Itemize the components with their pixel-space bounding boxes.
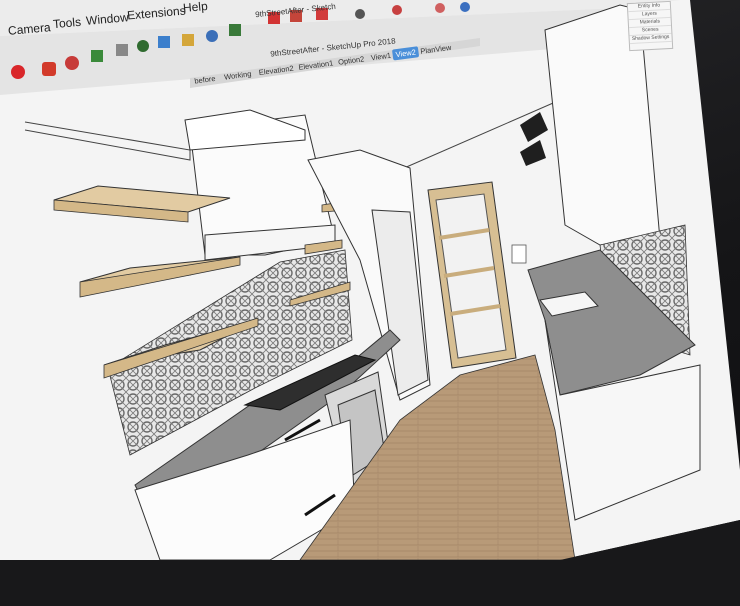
move-tool-icon[interactable] [42,62,56,76]
menu-window[interactable]: Window [85,10,129,28]
menu-help[interactable]: Help [182,0,208,15]
document-tab-title[interactable]: 9thStreetAfter - Sketch [255,2,336,19]
menu-extensions[interactable]: Extensions [127,3,187,22]
menu-tools[interactable]: Tools [52,15,81,31]
tape-tool-icon[interactable] [116,44,128,56]
light-switch [511,244,527,264]
menu-camera[interactable]: Camera [7,20,51,38]
paint-tool-icon[interactable] [137,40,149,52]
scale-tool-icon[interactable] [91,50,103,62]
default-tray: Entity Info Layers Materials Scenes Shad… [626,0,674,52]
select-tool-icon[interactable] [11,65,25,79]
rotate-tool-icon[interactable] [65,56,79,70]
tray-shadow-settings[interactable]: Shadow Settings [629,33,672,45]
sketchup-window [0,0,740,606]
